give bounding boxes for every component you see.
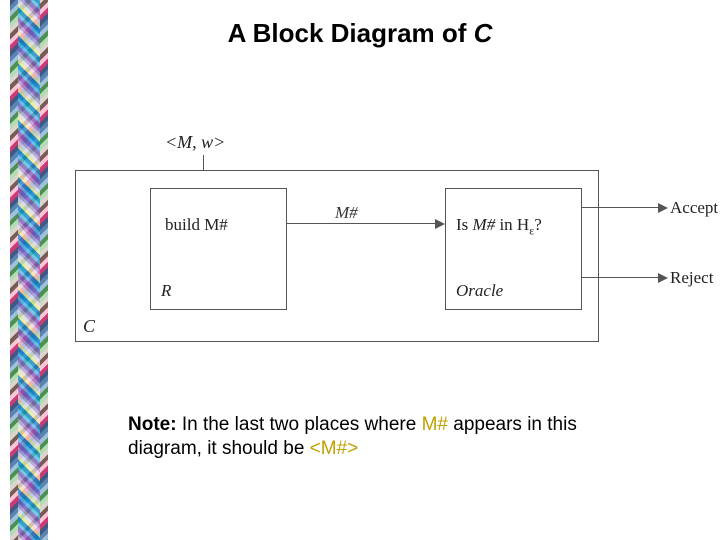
box-r-build-text: build M# [165, 215, 228, 235]
note-pre: In the last two places where [177, 414, 422, 435]
slide: A Block Diagram of C <M, w> C build M# R… [0, 0, 720, 540]
q-mid: in H [495, 215, 529, 234]
reject-arrow-head [658, 273, 668, 283]
edge-mhash-label: M# [335, 203, 358, 223]
title-c: C [474, 18, 493, 48]
note-bold: Note: [128, 414, 177, 435]
box-r-label: R [161, 281, 171, 301]
decorative-sidebar-inner [18, 0, 40, 540]
q-prefix: Is [456, 215, 473, 234]
q-mhash: M# [473, 215, 496, 234]
edge-r-to-oracle-head [435, 219, 445, 229]
reject-label: Reject [670, 268, 713, 288]
page-title: A Block Diagram of C [0, 18, 720, 49]
title-text: A Block Diagram of [228, 18, 474, 48]
accept-arrow-head [658, 203, 668, 213]
box-oracle-label: Oracle [456, 281, 503, 301]
box-oracle: Is M# in Hε? Oracle [445, 188, 582, 310]
box-oracle-question: Is M# in Hε? [456, 215, 542, 238]
note-mh1: M# [422, 414, 448, 435]
q-tail: ? [534, 215, 542, 234]
accept-label: Accept [670, 198, 718, 218]
edge-r-to-oracle-line [287, 223, 435, 224]
box-r: build M# R [150, 188, 287, 310]
note-mh2: <M#> [310, 438, 359, 459]
reject-arrow-line [582, 277, 660, 278]
input-tuple-label: <M, w> [165, 132, 225, 153]
note: Note: In the last two places where M# ap… [128, 413, 608, 461]
outer-box-label: C [83, 316, 95, 337]
accept-arrow-line [582, 207, 660, 208]
